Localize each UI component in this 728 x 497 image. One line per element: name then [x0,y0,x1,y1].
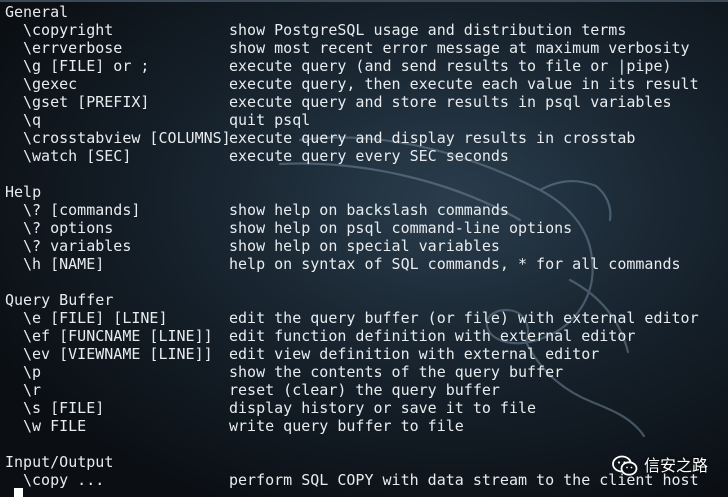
command-description: execute query (and send results to file … [229,57,672,75]
help-row: \ef [FUNCNAME [LINE]] edit function defin… [5,327,728,345]
help-row: \? variables show help on special variabl… [5,237,728,255]
command-description: quit psql [229,111,311,129]
command-description: execute query and display results in cro… [229,129,636,147]
command-text: \ef [FUNCNAME [LINE]] [23,327,213,345]
section-heading: General [5,3,728,21]
command-description: reset (clear) the query buffer [229,381,500,399]
command-description: show the contents of the query buffer [229,363,564,381]
command-text: \w FILE [23,417,87,435]
wechat-icon [612,455,638,476]
command-text: \h [NAME] [23,255,105,273]
command-text: \? variables [23,237,132,255]
command-description: show help on psql command-line options [229,219,573,237]
help-row: \copyright show PostgreSQL usage and dist… [5,21,728,39]
help-row: \g [FILE] or ; execute query (and send re… [5,57,728,75]
terminal-window[interactable]: General \copyright show PostgreSQL usage a… [0,0,728,497]
command-text: \q [23,111,42,129]
section-heading: Query Buffer [5,291,728,309]
help-row: \w FILE write query buffer to file [5,417,728,435]
command-text: \watch [SEC] [23,147,132,165]
command-text: \? options [23,219,114,237]
command-text: \g [FILE] or ; [23,57,150,75]
command-description: edit function definition with external e… [229,327,636,345]
command-text: \crosstabview [COLUMNS] [23,129,231,147]
command-description: execute query, then execute each value i… [229,75,699,93]
help-row: \? options show help on psql command-line… [5,219,728,237]
command-text: \gexec [23,75,78,93]
command-description: show PostgreSQL usage and distribution t… [229,21,627,39]
section-heading: Help [5,183,728,201]
command-text: \ev [VIEWNAME [LINE]] [23,345,213,363]
help-row: \s [FILE] display history or save it to f… [5,399,728,417]
command-description: help on syntax of SQL commands, * for al… [229,255,681,273]
terminal-cursor [14,488,23,497]
watermark: 信安之路 [612,455,708,477]
command-text: \e [FILE] [LINE] [23,309,168,327]
section-title: Query Buffer [5,291,114,309]
help-row: \gset [PREFIX] execute query and store re… [5,93,728,111]
help-row: \q quit psql [5,111,728,129]
command-text: \r [23,381,42,399]
help-row: \h [NAME] help on syntax of SQL commands,… [5,255,728,273]
command-description: edit the query buffer (or file) with ext… [229,309,699,327]
command-text: \p [23,363,42,381]
command-description: show help on special variables [229,237,500,255]
help-row: \r reset (clear) the query buffer [5,381,728,399]
help-row: \p show the contents of the query buffer [5,363,728,381]
watermark-text: 信安之路 [643,456,708,475]
command-text: \errverbose [23,39,123,57]
section-title: General [5,3,69,21]
help-row: \ev [VIEWNAME [LINE]] edit view definitio… [5,345,728,363]
help-row: \errverbose show most recent error messag… [5,39,728,57]
section-title: Help [5,183,42,201]
command-text: \? [commands] [23,201,141,219]
command-text: \copyright [23,21,114,39]
command-text: \gset [PREFIX] [23,93,150,111]
command-description: show help on backslash commands [229,201,509,219]
command-description: write query buffer to file [229,417,464,435]
help-row: \? [commands] show help on backslash comm… [5,201,728,219]
command-description: show most recent error message at maximu… [229,39,690,57]
psql-help-output: General \copyright show PostgreSQL usage a… [5,3,728,489]
section-title: Input/Output [5,453,114,471]
help-row: \crosstabview [COLUMNS] execute query and… [5,129,728,147]
command-description: execute query every SEC seconds [229,147,509,165]
command-description: execute query and store results in psql … [229,93,672,111]
help-row: \gexec execute query, then execute each v… [5,75,728,93]
terminal-top-border [0,0,728,2]
command-text: \s [FILE] [23,399,105,417]
help-row: \watch [SEC] execute query every SEC seco… [5,147,728,165]
help-row: \e [FILE] [LINE] edit the query buffer (o… [5,309,728,327]
command-text: \copy ... [23,471,105,489]
command-description: edit view definition with external edito… [229,345,600,363]
command-description: display history or save it to file [229,399,537,417]
